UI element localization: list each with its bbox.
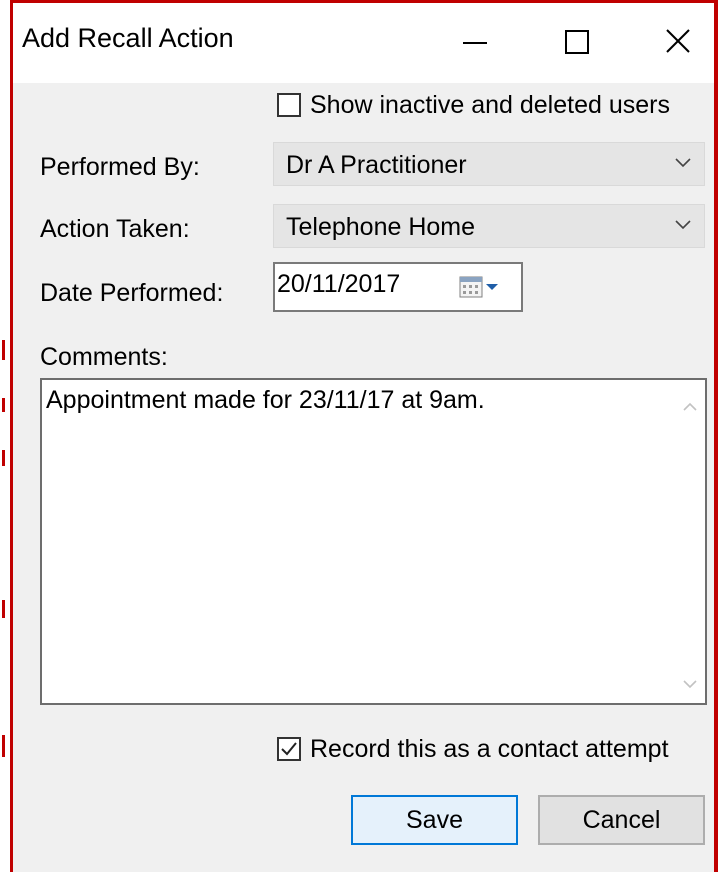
comments-label: Comments: [40,343,168,371]
record-contact-checkbox[interactable] [277,737,301,761]
performed-by-value: Dr A Practitioner [286,151,467,179]
date-picker-button[interactable] [459,275,511,301]
checkmark-icon [281,742,297,756]
maximize-icon [565,30,589,54]
action-taken-value: Telephone Home [286,213,476,241]
chevron-down-icon [675,158,691,168]
close-button[interactable] [647,9,711,73]
performed-by-label: Performed By: [40,153,200,181]
background-fragment [2,600,5,618]
scroll-down-icon[interactable] [681,679,699,691]
comments-text: Appointment made for 23/11/17 at 9am. [46,386,485,414]
background-fragment [2,398,5,412]
add-recall-action-dialog: Add Recall Action Show inactive and dele… [10,0,718,872]
record-contact-label[interactable]: Record this as a contact attempt [310,735,669,764]
date-performed-field[interactable]: 20/11/2017 [273,262,523,312]
show-inactive-label[interactable]: Show inactive and deleted users [310,91,670,120]
background-edge [0,0,10,872]
comments-textarea[interactable]: Appointment made for 23/11/17 at 9am. [40,378,707,705]
background-fragment [2,735,5,757]
minimize-button[interactable] [443,9,507,73]
background-fragment [2,450,5,466]
action-taken-label: Action Taken: [40,215,190,243]
date-performed-label: Date Performed: [40,279,224,307]
background-fragment [2,340,5,360]
date-performed-value: 20/11/2017 [277,270,401,298]
close-icon [666,29,690,53]
performed-by-dropdown[interactable]: Dr A Practitioner [273,142,705,186]
chevron-down-icon [675,220,691,230]
save-button[interactable]: Save [351,795,518,845]
scroll-up-icon[interactable] [681,400,699,412]
cancel-button[interactable]: Cancel [538,795,705,845]
dialog-title: Add Recall Action [22,23,234,53]
minimize-icon [463,42,487,44]
action-taken-dropdown[interactable]: Telephone Home [273,204,705,248]
show-inactive-checkbox[interactable] [277,93,301,117]
maximize-button[interactable] [545,9,609,73]
calendar-icon [459,276,498,298]
title-bar[interactable]: Add Recall Action [13,3,714,83]
